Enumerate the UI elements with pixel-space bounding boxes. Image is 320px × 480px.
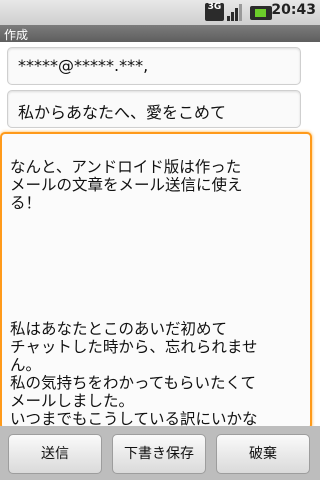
network-3g-icon: 3G: [205, 3, 224, 21]
signal-strength-icon: [227, 3, 247, 21]
subject-field[interactable]: 私からあなたへ、愛をこめて: [7, 90, 301, 128]
discard-button[interactable]: 破棄: [216, 434, 310, 474]
save-draft-button[interactable]: 下書き保存: [112, 434, 206, 474]
message-body-text: なんと、アンドロイド版は作った メールの文章をメール送信に使え る！ 私はあなた…: [10, 158, 258, 428]
to-field[interactable]: *****@*****.***,: [7, 47, 301, 85]
page-title: 作成: [4, 28, 29, 42]
status-time: 20:43: [271, 2, 316, 18]
battery-icon: [250, 6, 272, 20]
message-body-field[interactable]: なんと、アンドロイド版は作った メールの文章をメール送信に使え る！ 私はあなた…: [0, 132, 312, 430]
send-button[interactable]: 送信: [8, 434, 102, 474]
network-label: 3G: [207, 2, 222, 12]
status-bar: 3G 20:43: [0, 0, 320, 26]
status-icons: 3G: [205, 3, 272, 21]
title-bar: 作成: [0, 25, 320, 42]
